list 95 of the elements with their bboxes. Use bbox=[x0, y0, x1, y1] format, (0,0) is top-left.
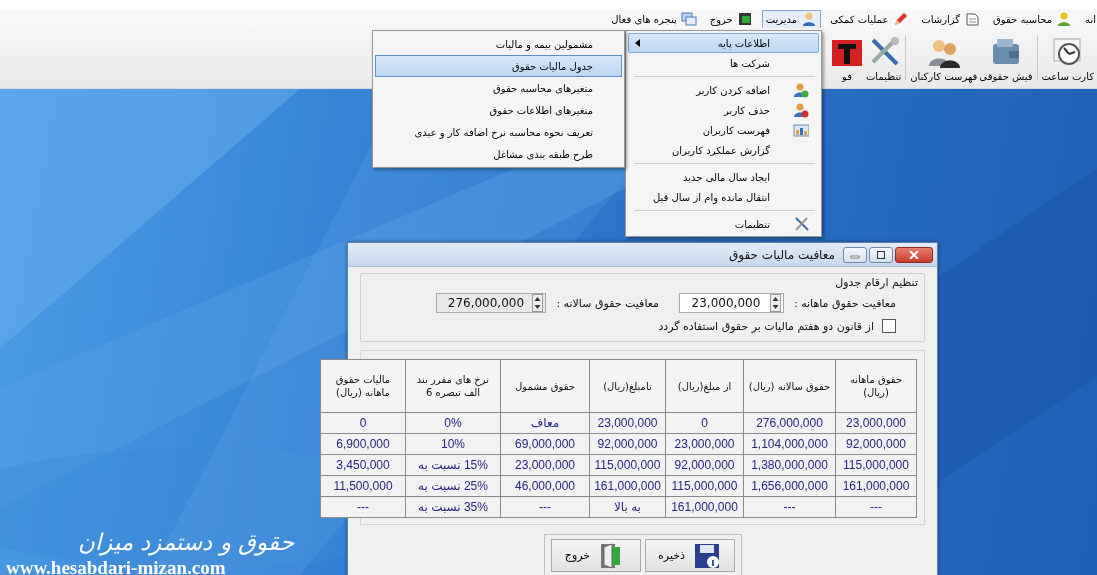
toolbar-button[interactable]: فیش حقوقی bbox=[978, 28, 1034, 88]
table-cell: 0 bbox=[665, 412, 744, 434]
save-button[interactable]: ذخیره bbox=[644, 539, 735, 572]
column-header: از مبلغ(ریال) bbox=[665, 359, 744, 413]
toolbar-button[interactable]: کارت ساعت bbox=[1040, 28, 1095, 88]
door-icon bbox=[736, 11, 753, 27]
table-cell: 69,000,000 bbox=[500, 433, 590, 455]
window-title: معافیت مالیات حقوق bbox=[729, 247, 835, 262]
table-cell: 92,000,000 bbox=[835, 433, 917, 455]
checkbox-label: از قانون دو هفتم مالیات بر حقوق استفاده گردد bbox=[658, 319, 874, 333]
table-cell: 15% نسبت به bbox=[405, 454, 501, 476]
menu-item[interactable]: جدول مالیات حقوق bbox=[375, 55, 622, 77]
menu-item[interactable]: متغیرهای محاسبه حقوق bbox=[375, 77, 622, 99]
table-cell: 161,000,000 bbox=[589, 475, 666, 497]
menu-item[interactable]: اضافه کردن کاربر bbox=[628, 80, 819, 100]
floppy-icon bbox=[692, 541, 721, 570]
table-cell: 0% bbox=[405, 412, 501, 434]
table-cell: 25% نسبت به bbox=[405, 475, 501, 497]
table-cell: 1,380,000,000 bbox=[743, 454, 836, 476]
add-user-icon bbox=[793, 82, 809, 98]
table-cell: 6,900,000 bbox=[320, 433, 406, 455]
spinner-icon bbox=[532, 294, 544, 312]
menu-bar-item[interactable]: عملیات کمکی bbox=[826, 9, 913, 29]
menu-item[interactable]: انتقال مانده وام از سال قبل bbox=[628, 187, 819, 207]
table-cell: 115,000,000 bbox=[665, 475, 744, 497]
table-cell: 35% نسبت به bbox=[405, 496, 501, 518]
menu-bar-item[interactable]: پنجره های فعال bbox=[607, 9, 701, 29]
table-cell: به بالا bbox=[589, 496, 666, 518]
toolbar-button[interactable]: فو bbox=[828, 28, 865, 88]
menu-item[interactable]: طرح طبقه بندی مشاغل bbox=[375, 143, 622, 165]
close-icon bbox=[909, 250, 919, 259]
person-icon bbox=[1056, 11, 1073, 27]
menu-bar-item[interactable]: محاسبه حقوق bbox=[989, 9, 1077, 29]
menu-item[interactable]: ایجاد سال مالی جدید bbox=[628, 167, 819, 187]
table-cell: --- bbox=[835, 496, 917, 518]
menu-item[interactable]: تعریف نحوه محاسبه نرخ اضافه کار و عیدی bbox=[375, 121, 622, 143]
toolbar-button[interactable]: فهرست کارکنان bbox=[909, 28, 979, 88]
menu-item[interactable]: مشمولین بیمه و مالیات bbox=[375, 33, 622, 55]
table-cell: 46,000,000 bbox=[500, 475, 590, 497]
number-field[interactable]: 23,000,000 bbox=[678, 293, 784, 313]
table-cell: 115,000,000 bbox=[835, 454, 917, 476]
menu-item[interactable]: تنظیمات bbox=[628, 214, 819, 234]
table-cell: 23,000,000 bbox=[835, 412, 917, 434]
checkbox[interactable] bbox=[882, 319, 896, 333]
menu-item[interactable]: فهرست کاربران bbox=[628, 120, 819, 140]
maximize-button[interactable] bbox=[869, 246, 893, 263]
table-cell: 115,000,000 bbox=[589, 454, 666, 476]
menu-item[interactable]: شرکت ها bbox=[628, 53, 819, 73]
table-cell: 92,000,000 bbox=[589, 433, 666, 455]
maximize-icon bbox=[876, 250, 886, 259]
menu-bar-item[interactable]: انه bbox=[1081, 9, 1097, 29]
table-cell: 0 bbox=[320, 412, 406, 434]
table-cell: معاف bbox=[500, 412, 590, 434]
table-cell: 11,500,000 bbox=[320, 475, 406, 497]
table-cell: 92,000,000 bbox=[665, 454, 744, 476]
table-cell: 3,450,000 bbox=[320, 454, 406, 476]
column-header: حقوق سالانه (ریال) bbox=[743, 359, 836, 413]
table-cell: --- bbox=[500, 496, 590, 518]
table-cell: 161,000,000 bbox=[835, 475, 917, 497]
column-header: حقوق ماهانه (ریال) bbox=[835, 359, 917, 413]
table-cell: 23,000,000 bbox=[589, 412, 666, 434]
logo-text: حقوق و دستمزد میزان bbox=[78, 529, 294, 555]
column-header: تامبلغ(ریال) bbox=[589, 359, 666, 413]
field-label: معافیت حقوق ماهانه : bbox=[793, 296, 896, 310]
pencil-icon bbox=[892, 11, 909, 27]
group-title: تنظیم ارقام جدول bbox=[834, 276, 918, 289]
menu-item[interactable]: گزارش عملکرد کاربران bbox=[628, 140, 819, 160]
table-cell: 23,000,000 bbox=[500, 454, 590, 476]
windows-icon bbox=[680, 11, 697, 27]
website-url: www.hesabdari-mizan.com bbox=[6, 557, 226, 575]
table-cell: 10% bbox=[405, 433, 501, 455]
menu-item[interactable]: اطلاعات پایه bbox=[628, 33, 819, 53]
field-label: معافیت حقوق سالانه : bbox=[556, 296, 659, 310]
column-header: نرخ های مقرر بند الف تبصره 6 bbox=[405, 359, 501, 413]
menu-bar-item[interactable]: خروج bbox=[705, 9, 757, 29]
exit-button[interactable]: خروج bbox=[550, 539, 641, 572]
table-cell: 276,000,000 bbox=[743, 412, 836, 434]
remove-user-icon bbox=[793, 102, 809, 118]
table-cell: 161,000,000 bbox=[665, 496, 744, 518]
person-icon bbox=[801, 11, 818, 27]
toolbar-button[interactable]: تنظیمات bbox=[864, 28, 903, 88]
table-cell: 1,656,000,000 bbox=[743, 475, 836, 497]
menu-item[interactable]: حذف کاربر bbox=[628, 100, 819, 120]
column-header: حقوق مشمول bbox=[500, 359, 590, 413]
user-list-icon bbox=[793, 122, 809, 138]
spinner-icon bbox=[769, 294, 781, 312]
menu-item[interactable]: متغیرهای اطلاعات حقوق bbox=[375, 99, 622, 121]
table-cell: 1,104,000,000 bbox=[743, 433, 836, 455]
column-header: مالیات حقوق ماهانه (ریال) bbox=[320, 359, 406, 413]
close-button[interactable] bbox=[895, 246, 933, 263]
settings-icon bbox=[793, 216, 809, 232]
menu-bar-item[interactable]: گزارشات bbox=[917, 9, 985, 29]
table-cell: --- bbox=[320, 496, 406, 518]
table-cell: --- bbox=[743, 496, 836, 518]
table-cell: 23,000,000 bbox=[665, 433, 744, 455]
